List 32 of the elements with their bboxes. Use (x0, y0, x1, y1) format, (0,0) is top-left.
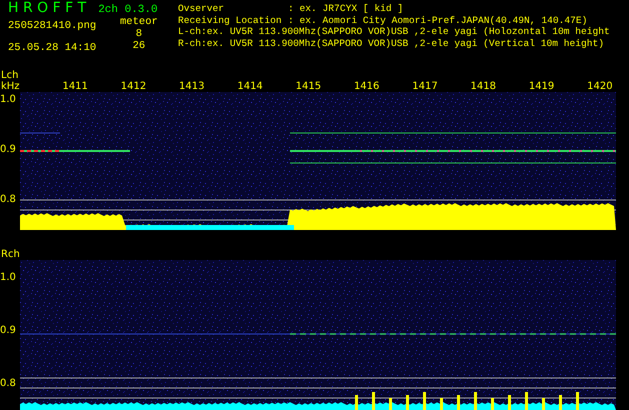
time-axis-label: 1417 (411, 81, 439, 92)
info-label: Ovserver (178, 3, 226, 14)
frequency-axis-label: 0.9 (0, 325, 16, 337)
time-axis-label: 1412 (120, 81, 148, 92)
frequency-axis-label: 1.0 (0, 272, 16, 284)
time-axis-label: 1418 (470, 81, 497, 92)
frequency-axis-label: 1.0 (0, 94, 16, 106)
channel-label: Lch (1, 70, 20, 81)
info-value: : ex. Aomori City Aomori-Pref.JAPAN(40.49N, 140.47E) (288, 14, 588, 26)
info-value: : ex. JR7CYX [ kid ] (288, 3, 404, 14)
app-title: H R O F F T (8, 0, 86, 16)
time-axis-label: 1419 (528, 81, 556, 92)
frequency-axis-label: 0.8 (0, 378, 16, 390)
version-label: 2ch 0.3.0 (98, 4, 158, 16)
channel-label: Rch (1, 249, 21, 260)
time-axis-label: 1414 (236, 81, 264, 92)
frequency-axis-label: 0.9 (0, 144, 16, 156)
time-axis-label: 1415 (294, 81, 322, 92)
meteor-label: meteor (120, 16, 158, 28)
file-name: 2505281410.png (8, 20, 98, 32)
info-label: Receiving Location (178, 14, 283, 26)
date-time: 25.05.28 14:10 (8, 42, 98, 54)
time-axis-label: 1411 (61, 81, 89, 92)
time-axis-label: 1416 (352, 81, 380, 92)
frequency-axis-label: 0.8 (0, 194, 16, 206)
unit-label: kHz (1, 81, 21, 92)
meteor-count: 8 (136, 28, 142, 40)
meteor-count: 26 (132, 40, 146, 52)
info-label: L-ch:ex. UV5R 113.900Mhz(SAPPORO VOR)USB ,2-ele yagi (Holozontal 10m height (178, 26, 610, 37)
info-label: R-ch:ex. UV5R 113.900Mhz(SAPPORO VOR)USB ,2-ele yagi (Vertical 10m height) (178, 38, 604, 48)
time-axis-label: 1413 (178, 81, 206, 92)
time-axis-label: 1420 (586, 81, 614, 92)
